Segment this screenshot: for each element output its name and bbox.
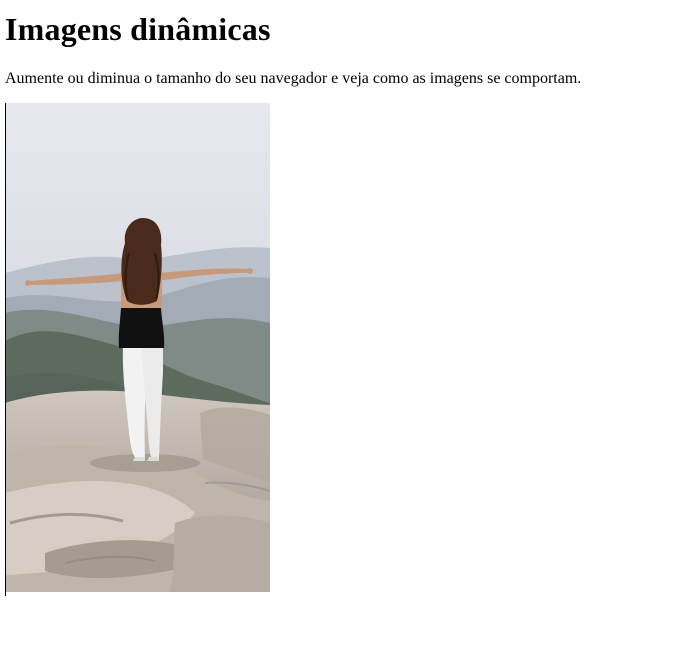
photo-woman-mountain-icon — [5, 103, 270, 592]
page-content: Imagens dinâmicas Aumente ou diminua o t… — [5, 0, 682, 88]
image-left-border — [5, 103, 6, 596]
page-description: Aumente ou diminua o tamanho do seu nave… — [5, 70, 582, 87]
dynamic-image — [5, 103, 270, 592]
page-title: Imagens dinâmicas — [5, 11, 271, 47]
